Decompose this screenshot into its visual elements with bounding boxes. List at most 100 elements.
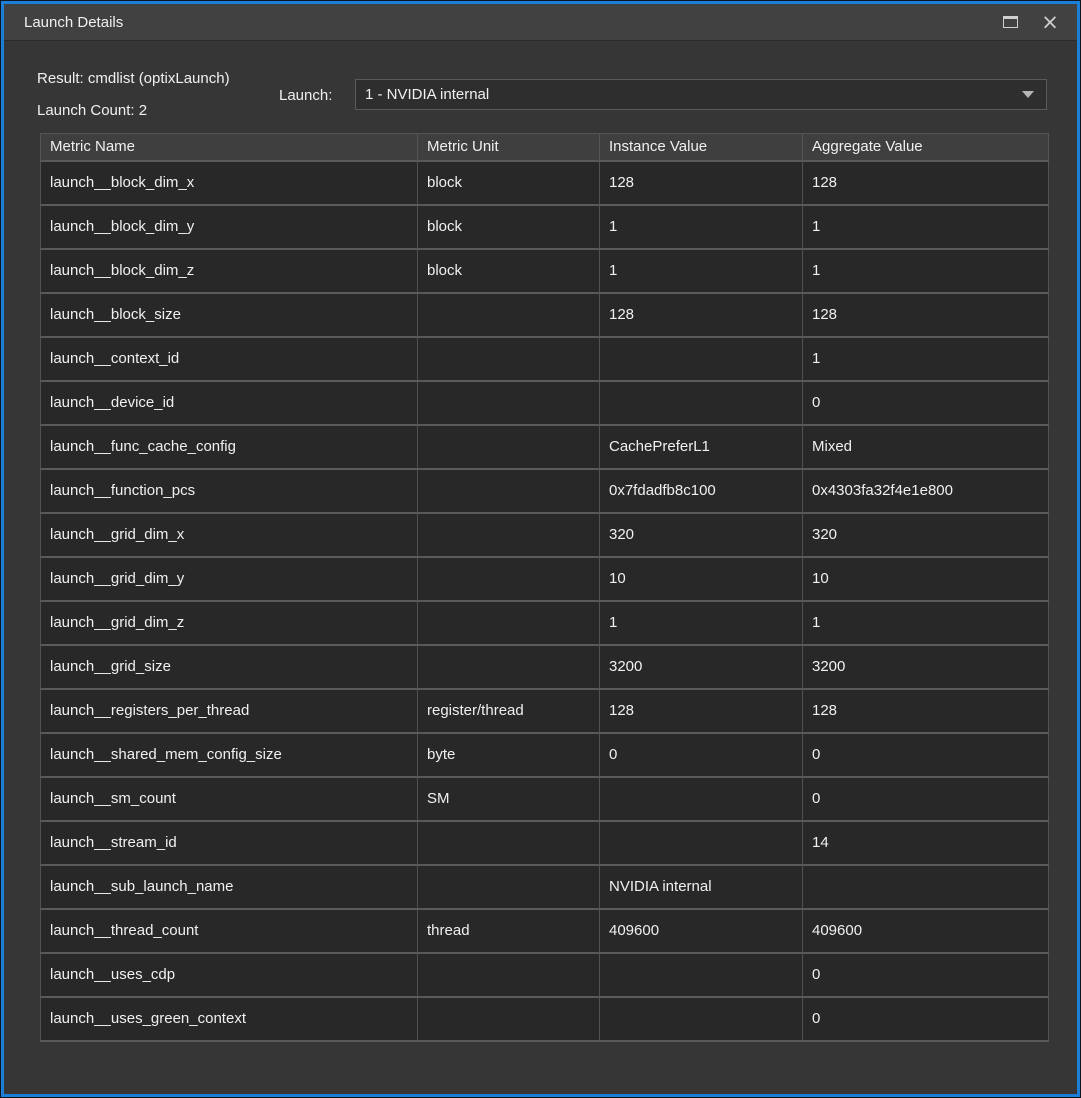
table-cell: block bbox=[418, 249, 600, 293]
table-cell bbox=[803, 865, 1049, 909]
table-cell: SM bbox=[418, 777, 600, 821]
table-cell: Mixed bbox=[803, 425, 1049, 469]
titlebar[interactable]: Launch Details × bbox=[4, 4, 1077, 41]
result-text: Result: cmdlist (optixLaunch) bbox=[37, 70, 230, 87]
table-cell: NVIDIA internal bbox=[600, 865, 803, 909]
table-cell: launch__thread_count bbox=[41, 909, 418, 953]
table-cell: 128 bbox=[803, 293, 1049, 337]
table-header-row: Metric Name Metric Unit Instance Value A… bbox=[41, 134, 1049, 161]
table-cell: 1 bbox=[803, 601, 1049, 645]
table-cell: 128 bbox=[600, 689, 803, 733]
table-row[interactable]: launch__block_size128128 bbox=[41, 293, 1049, 337]
table-row[interactable]: launch__uses_green_context 0 bbox=[41, 997, 1049, 1041]
table-row[interactable]: launch__grid_size32003200 bbox=[41, 645, 1049, 689]
table-cell: block bbox=[418, 161, 600, 205]
table-cell bbox=[600, 777, 803, 821]
table-cell: thread bbox=[418, 909, 600, 953]
table-cell: 0x4303fa32f4e1e800 bbox=[803, 469, 1049, 513]
column-header-aggregate-value[interactable]: Aggregate Value bbox=[803, 134, 1049, 161]
table-row[interactable]: launch__grid_dim_z11 bbox=[41, 601, 1049, 645]
table-cell: 10 bbox=[803, 557, 1049, 601]
table-cell bbox=[418, 865, 600, 909]
table-cell: block bbox=[418, 205, 600, 249]
launch-count-text: Launch Count: 2 bbox=[37, 102, 147, 119]
table-cell: launch__block_dim_z bbox=[41, 249, 418, 293]
launch-dropdown-label: Launch: bbox=[279, 87, 332, 104]
table-cell: 1 bbox=[803, 205, 1049, 249]
table-cell bbox=[418, 425, 600, 469]
column-header-metric-name[interactable]: Metric Name bbox=[41, 134, 418, 161]
table-cell bbox=[418, 513, 600, 557]
launch-dropdown[interactable]: 1 - NVIDIA internal bbox=[355, 79, 1047, 110]
table-cell: launch__context_id bbox=[41, 337, 418, 381]
maximize-icon bbox=[1003, 16, 1018, 28]
table-cell bbox=[418, 293, 600, 337]
table-cell: launch__grid_size bbox=[41, 645, 418, 689]
table-row[interactable]: launch__block_dim_zblock11 bbox=[41, 249, 1049, 293]
table-cell: launch__grid_dim_x bbox=[41, 513, 418, 557]
table-cell: 320 bbox=[803, 513, 1049, 557]
metrics-table-body: launch__block_dim_xblock128128launch__bl… bbox=[41, 161, 1049, 1041]
table-cell: 320 bbox=[600, 513, 803, 557]
table-cell: byte bbox=[418, 733, 600, 777]
window-title: Launch Details bbox=[4, 14, 123, 31]
table-cell: 0x7fdadfb8c100 bbox=[600, 469, 803, 513]
table-cell: 0 bbox=[600, 733, 803, 777]
table-row[interactable]: launch__device_id 0 bbox=[41, 381, 1049, 425]
table-cell: launch__grid_dim_z bbox=[41, 601, 418, 645]
table-cell: 0 bbox=[803, 381, 1049, 425]
table-row[interactable]: launch__registers_per_threadregister/thr… bbox=[41, 689, 1049, 733]
table-cell bbox=[600, 953, 803, 997]
table-cell: launch__sm_count bbox=[41, 777, 418, 821]
table-cell: 14 bbox=[803, 821, 1049, 865]
table-row[interactable]: launch__shared_mem_config_sizebyte00 bbox=[41, 733, 1049, 777]
table-cell: launch__block_dim_x bbox=[41, 161, 418, 205]
table-row[interactable]: launch__func_cache_configCachePreferL1Mi… bbox=[41, 425, 1049, 469]
table-row[interactable]: launch__sub_launch_name NVIDIA internal bbox=[41, 865, 1049, 909]
table-cell bbox=[418, 821, 600, 865]
table-cell bbox=[600, 337, 803, 381]
table-cell: launch__block_dim_y bbox=[41, 205, 418, 249]
table-cell bbox=[418, 337, 600, 381]
table-cell bbox=[418, 601, 600, 645]
table-cell: 1 bbox=[600, 205, 803, 249]
table-row[interactable]: launch__block_dim_xblock128128 bbox=[41, 161, 1049, 205]
table-cell: launch__shared_mem_config_size bbox=[41, 733, 418, 777]
table-cell: 128 bbox=[600, 161, 803, 205]
table-row[interactable]: launch__uses_cdp0 bbox=[41, 953, 1049, 997]
table-row[interactable]: launch__thread_countthread409600409600 bbox=[41, 909, 1049, 953]
table-row[interactable]: launch__grid_dim_y1010 bbox=[41, 557, 1049, 601]
launch-dropdown-value: 1 - NVIDIA internal bbox=[356, 86, 1022, 103]
table-cell: launch__registers_per_thread bbox=[41, 689, 418, 733]
table-cell: launch__grid_dim_y bbox=[41, 557, 418, 601]
table-cell: 0 bbox=[803, 997, 1049, 1041]
table-cell bbox=[418, 381, 600, 425]
table-row[interactable]: launch__function_pcs0x7fdadfb8c1000x4303… bbox=[41, 469, 1049, 513]
table-row[interactable]: launch__stream_id 14 bbox=[41, 821, 1049, 865]
table-cell: 409600 bbox=[803, 909, 1049, 953]
table-cell: 1 bbox=[600, 249, 803, 293]
table-cell bbox=[600, 821, 803, 865]
table-cell: launch__stream_id bbox=[41, 821, 418, 865]
table-cell bbox=[418, 997, 600, 1041]
table-cell bbox=[600, 381, 803, 425]
table-cell: 0 bbox=[803, 777, 1049, 821]
table-row[interactable]: launch__grid_dim_x 320320 bbox=[41, 513, 1049, 557]
table-cell: 128 bbox=[600, 293, 803, 337]
maximize-button[interactable] bbox=[997, 9, 1023, 35]
metrics-table: Metric Name Metric Unit Instance Value A… bbox=[40, 133, 1048, 1042]
table-row[interactable]: launch__context_id1 bbox=[41, 337, 1049, 381]
table-cell: launch__sub_launch_name bbox=[41, 865, 418, 909]
table-row[interactable]: launch__block_dim_yblock11 bbox=[41, 205, 1049, 249]
table-cell: 3200 bbox=[600, 645, 803, 689]
table-row[interactable]: launch__sm_countSM 0 bbox=[41, 777, 1049, 821]
column-header-metric-unit[interactable]: Metric Unit bbox=[418, 134, 600, 161]
titlebar-buttons: × bbox=[997, 9, 1077, 35]
column-header-instance-value[interactable]: Instance Value bbox=[600, 134, 803, 161]
table-cell: 128 bbox=[803, 161, 1049, 205]
chevron-down-icon bbox=[1022, 91, 1034, 98]
close-button[interactable]: × bbox=[1037, 9, 1063, 35]
table-cell: launch__device_id bbox=[41, 381, 418, 425]
table-cell bbox=[418, 953, 600, 997]
table-cell: launch__uses_green_context bbox=[41, 997, 418, 1041]
